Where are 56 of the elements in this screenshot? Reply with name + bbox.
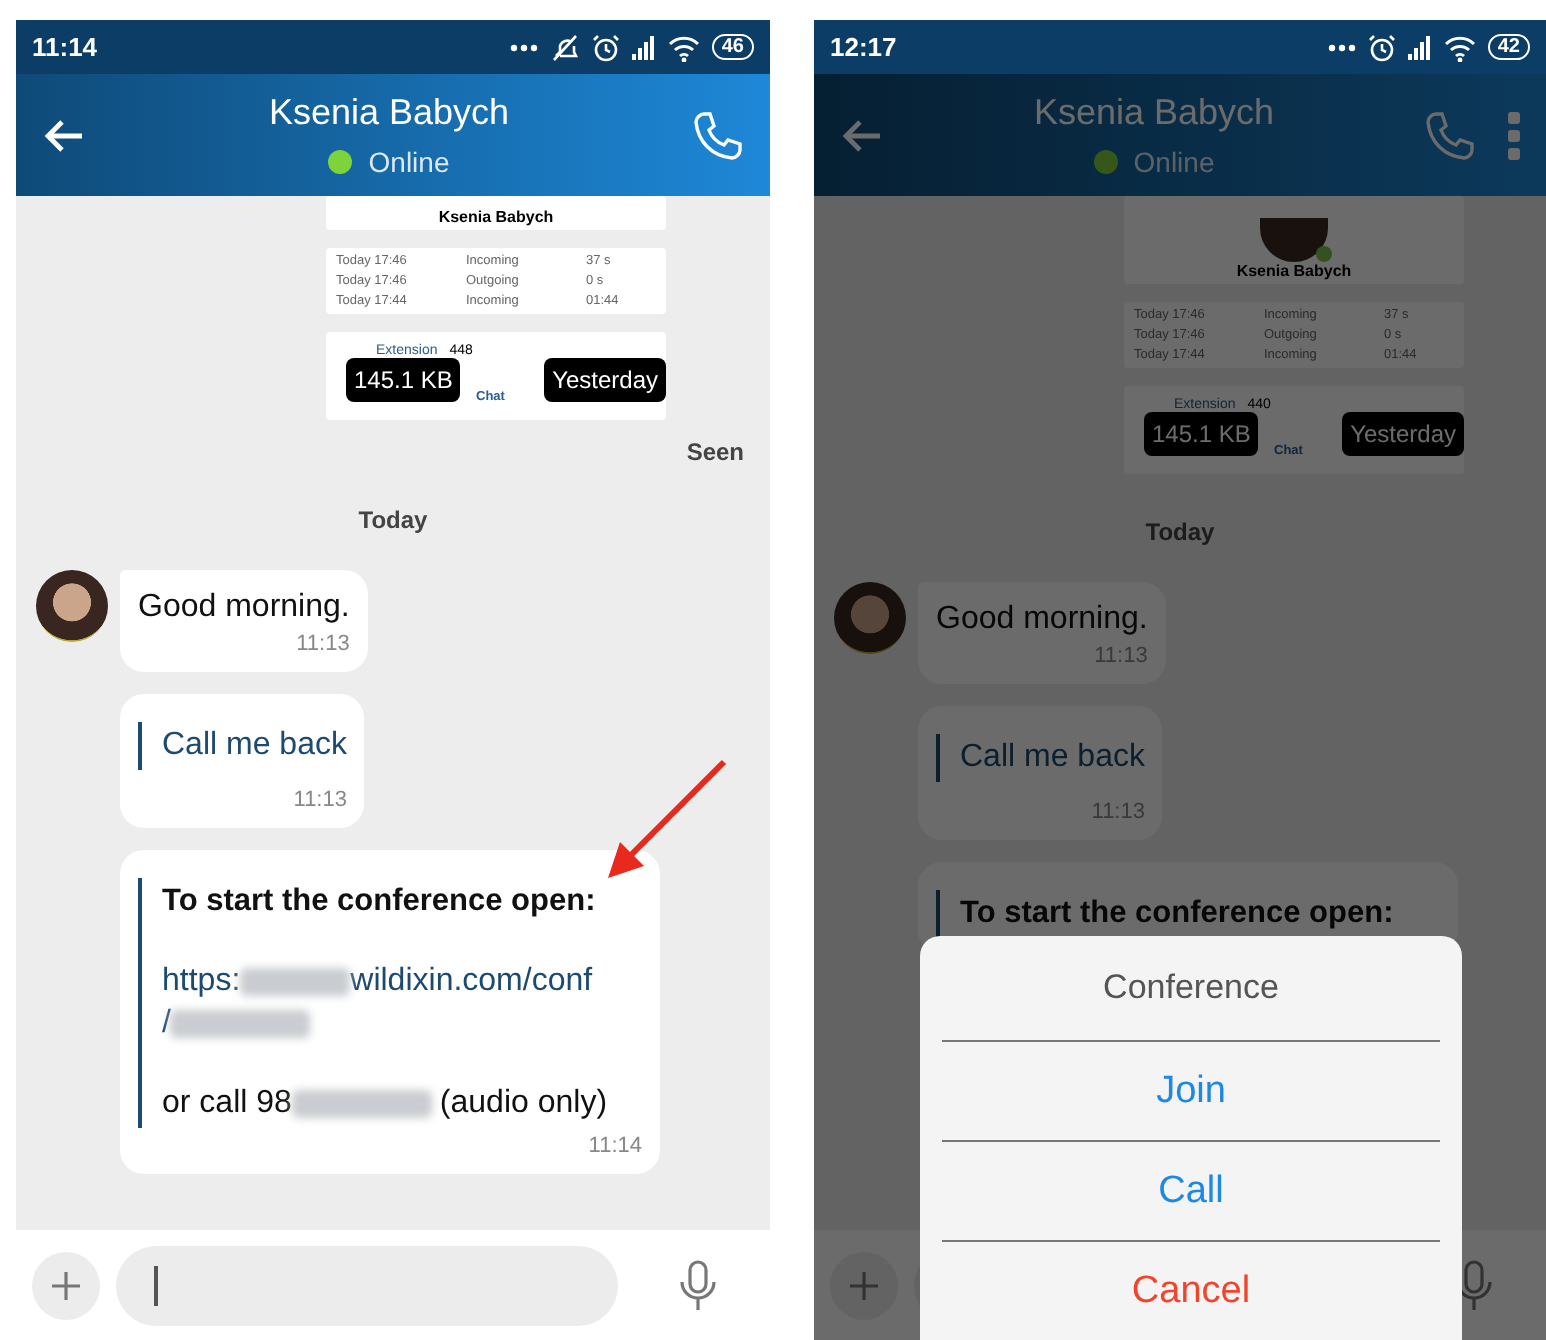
muted-bell-icon	[549, 33, 580, 61]
phone-call-icon[interactable]	[1422, 107, 1478, 163]
status-time: 11:14	[32, 32, 98, 62]
message-time: 11:13	[293, 788, 347, 812]
sheet-action-button[interactable]: Cancel	[942, 1242, 1440, 1340]
contact-name: Ksenia Babych	[268, 92, 510, 134]
date-badge: Yesterday	[544, 358, 666, 402]
alarm-icon	[1367, 33, 1396, 61]
conference-link[interactable]: https:	[162, 964, 241, 1000]
quoted-text: Call me back	[138, 722, 347, 770]
signal-icon	[631, 35, 656, 59]
signal-icon	[1407, 35, 1432, 59]
message-time: 11:14	[588, 1134, 642, 1158]
wifi-icon	[667, 33, 700, 61]
battery-level: 46	[711, 34, 754, 60]
message-time: 11:13	[296, 632, 350, 656]
phone-call-icon[interactable]	[690, 107, 746, 163]
more-notifications-icon	[1327, 43, 1356, 51]
conference-link[interactable]: wildixin.com/conf	[350, 964, 593, 1000]
plus-icon	[50, 1269, 82, 1301]
sheet-action-button[interactable]: Join	[942, 1042, 1440, 1142]
attach-button[interactable]	[830, 1251, 898, 1319]
attach-button[interactable]	[32, 1251, 100, 1319]
message-input[interactable]	[116, 1245, 618, 1325]
card-contact-name: Ksenia Babych	[438, 208, 554, 230]
redaction-blur	[291, 1090, 432, 1118]
seen-status: Seen	[686, 438, 744, 466]
message-title: To start the conference open:	[162, 884, 598, 920]
card-contact-name: Ksenia Babych	[1236, 262, 1352, 284]
status-time: 12:17	[830, 32, 897, 62]
battery-level: 42	[1487, 34, 1530, 60]
sheet-action-button[interactable]: Call	[942, 1142, 1440, 1242]
presence-status: Online	[368, 146, 450, 178]
presence-status: Online	[1133, 146, 1215, 178]
message-text: or call 98	[162, 1086, 292, 1122]
wifi-icon	[1443, 33, 1476, 61]
message-text: Good morning.	[138, 590, 350, 626]
alarm-icon	[591, 33, 620, 61]
message-title: To start the conference open:	[960, 896, 1396, 932]
message-text: (audio only)	[439, 1086, 608, 1122]
redaction-blur	[240, 968, 351, 996]
more-notifications-icon	[509, 43, 538, 51]
date-divider: Today	[1145, 518, 1215, 546]
date-divider: Today	[358, 506, 428, 534]
date-badge: Yesterday	[1342, 412, 1464, 456]
file-size-badge: 145.1 KB	[1144, 412, 1259, 456]
file-size-badge: 145.1 KB	[346, 358, 461, 402]
quoted-text: Call me back	[936, 734, 1145, 782]
sheet-title: Conference	[942, 936, 1440, 1042]
contact-name: Ksenia Babych	[1033, 92, 1275, 134]
conference-link[interactable]: /	[162, 1006, 171, 1042]
redaction-blur	[170, 1010, 311, 1038]
message-text: Good morning.	[936, 602, 1148, 638]
more-menu-icon[interactable]	[1506, 109, 1522, 161]
plus-icon	[848, 1269, 880, 1301]
avatar-image	[1260, 218, 1328, 262]
